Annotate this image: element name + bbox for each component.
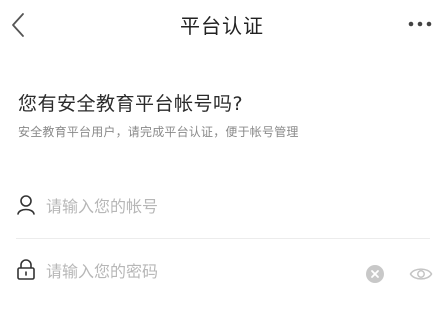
user-icon [16, 194, 36, 216]
account-field [16, 186, 430, 232]
password-input[interactable] [46, 257, 346, 285]
lock-icon [16, 259, 36, 281]
field-divider [16, 238, 430, 239]
page-title: 平台认证 [180, 14, 264, 38]
clear-button[interactable] [366, 265, 384, 283]
subheadline: 安全教育平台用户，请完成平台认证，便于帐号管理 [18, 125, 299, 139]
page: 平台认证 您有安全教育平台帐号吗? 安全教育平台用户，请完成平台认证，便于帐号管… [0, 0, 444, 311]
navigation-bar: 平台认证 [0, 0, 444, 50]
password-field [16, 251, 433, 297]
account-input[interactable] [46, 192, 346, 220]
toggle-visibility-button[interactable] [409, 264, 433, 284]
headline: 您有安全教育平台帐号吗? [18, 93, 244, 115]
eye-icon [409, 268, 433, 280]
clear-icon [366, 265, 384, 283]
more-horizontal-icon [408, 21, 432, 27]
more-button[interactable] [406, 14, 434, 34]
